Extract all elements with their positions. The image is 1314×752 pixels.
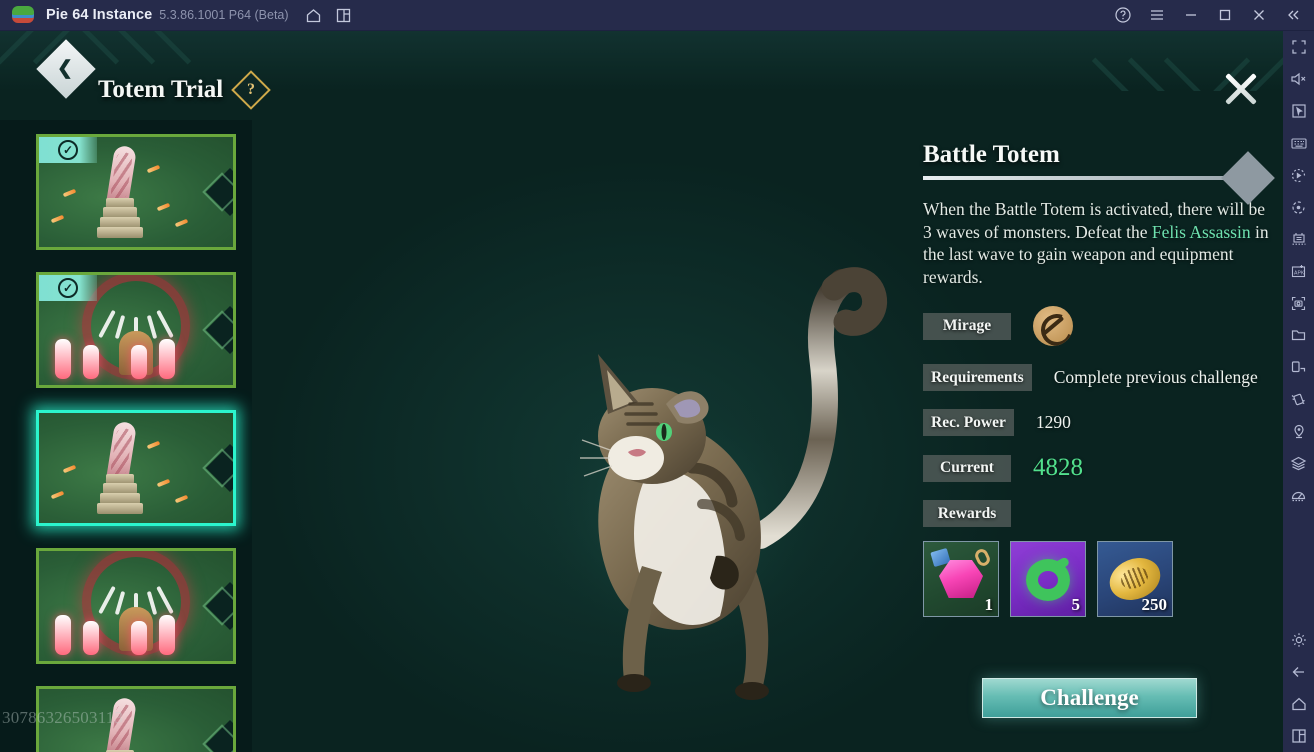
ring-tip-icon xyxy=(1053,556,1071,571)
detail-row-current: Current 4828 xyxy=(923,454,1282,482)
bluestacks-sidebar: APK xyxy=(1283,31,1314,752)
home-icon[interactable] xyxy=(299,0,329,31)
list-item[interactable]: ✓ xyxy=(36,134,236,250)
screenshot-icon[interactable] xyxy=(1283,287,1314,319)
instance-name: Pie 64 Instance xyxy=(46,7,153,23)
reward-green-ring[interactable]: 5 xyxy=(1010,541,1086,617)
bluestacks-logo-icon xyxy=(12,6,34,24)
question-mark-icon: ? xyxy=(247,81,255,98)
trial-stage-list[interactable]: ✓ ✓ xyxy=(0,120,252,752)
stage-completed-badge: ✓ xyxy=(39,137,97,163)
detail-row-rec-power: Rec. Power 1290 xyxy=(923,409,1282,436)
app-root: Pie 64 Instance 5.3.86.1001 P64 (Beta) ❮… xyxy=(0,0,1314,752)
instance-version: 5.3.86.1001 P64 (Beta) xyxy=(159,8,289,22)
media-folder-icon[interactable] xyxy=(1283,319,1314,351)
collapse-icon[interactable] xyxy=(1276,0,1310,31)
recents-icon[interactable] xyxy=(1283,720,1314,752)
multi-instance-manager-icon[interactable] xyxy=(1283,223,1314,255)
macro-record-icon[interactable] xyxy=(1283,159,1314,191)
row-value: 4828 xyxy=(1033,454,1083,481)
list-item[interactable]: ✓ xyxy=(36,272,236,388)
description-highlight: Felis Assassin xyxy=(1151,221,1251,242)
reward-gold-cowrie[interactable]: 250 xyxy=(1097,541,1173,617)
reward-count: 5 xyxy=(1071,595,1081,614)
detail-row-rewards: Rewards xyxy=(923,500,1282,527)
page-title: Totem Trial xyxy=(98,76,224,103)
sync-icon[interactable] xyxy=(1283,191,1314,223)
check-icon: ✓ xyxy=(58,278,78,298)
fullscreen-icon[interactable] xyxy=(1283,31,1314,63)
install-apk-icon[interactable]: APK xyxy=(1283,255,1314,287)
tower-art-icon xyxy=(97,144,144,239)
multi-instance-icon[interactable] xyxy=(329,0,359,31)
row-value: 1290 xyxy=(1035,412,1071,432)
reward-count: 1 xyxy=(984,595,994,614)
menu-icon[interactable] xyxy=(1140,0,1174,31)
title-divider xyxy=(923,151,1275,205)
cat-character-render xyxy=(520,267,888,700)
list-item[interactable] xyxy=(36,410,236,526)
row-label: Rec. Power xyxy=(923,409,1014,436)
maximize-icon[interactable] xyxy=(1208,0,1242,31)
stage-completed-badge: ✓ xyxy=(39,275,97,301)
shake-icon[interactable] xyxy=(1283,383,1314,415)
detail-row-requirements: Requirements Complete previous challenge xyxy=(923,364,1282,391)
row-label: Current xyxy=(923,454,1011,482)
back-arrow-icon[interactable] xyxy=(1283,656,1314,688)
window-controls xyxy=(1106,0,1314,31)
rewards-list: 1 5 250 xyxy=(923,541,1282,617)
tower-art-icon xyxy=(97,420,144,515)
game-viewport[interactable]: ❮ Totem Trial ? ✓ ✓ Battle Totem When th… xyxy=(0,31,1283,752)
back-chevron-icon: ❮ xyxy=(57,57,74,79)
watermark-text: 30786326503113 xyxy=(2,708,124,727)
detail-row-mirage: Mirage xyxy=(923,306,1282,346)
list-item[interactable] xyxy=(36,548,236,664)
reward-pink-gem[interactable]: 1 xyxy=(923,541,999,617)
trial-detail-panel: Battle Totem When the Battle Totem is ac… xyxy=(912,141,1282,741)
row-label: Requirements xyxy=(923,364,1032,391)
check-icon: ✓ xyxy=(58,140,78,160)
rotate-screen-icon[interactable] xyxy=(1283,351,1314,383)
minimize-icon[interactable] xyxy=(1174,0,1208,31)
title-bar: Pie 64 Instance 5.3.86.1001 P64 (Beta) xyxy=(0,0,1314,31)
svg-text:APK: APK xyxy=(1294,270,1305,276)
mute-icon[interactable] xyxy=(1283,63,1314,95)
keyboard-icon[interactable] xyxy=(1283,127,1314,159)
settings-gear-icon[interactable] xyxy=(1283,624,1314,656)
pointer-icon[interactable] xyxy=(1283,95,1314,127)
help-icon[interactable] xyxy=(1106,0,1140,31)
chain-link-icon xyxy=(973,547,992,568)
challenge-button[interactable]: Challenge xyxy=(982,678,1197,718)
location-icon[interactable] xyxy=(1283,415,1314,447)
rewards-label: Rewards xyxy=(923,500,1011,527)
gem-icon xyxy=(939,560,983,598)
row-label: Mirage xyxy=(923,312,1011,340)
row-value: Complete previous challenge xyxy=(1053,367,1258,387)
close-icon[interactable] xyxy=(1242,0,1276,31)
close-panel-button[interactable] xyxy=(1219,67,1263,111)
layers-icon[interactable] xyxy=(1283,447,1314,479)
reward-count: 250 xyxy=(1141,595,1168,614)
detail-title: Battle Totem xyxy=(923,141,1060,168)
detail-description: When the Battle Totem is activated, ther… xyxy=(923,198,1275,288)
axe-emblem-icon[interactable] xyxy=(1033,306,1073,346)
home-icon[interactable] xyxy=(1283,688,1314,720)
performance-icon[interactable] xyxy=(1283,479,1314,511)
